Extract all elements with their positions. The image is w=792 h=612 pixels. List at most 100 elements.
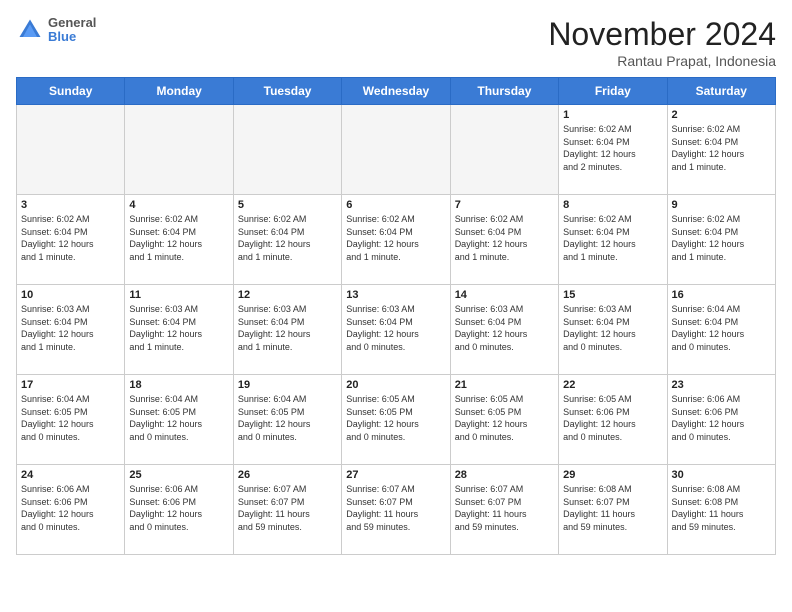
day-info: Sunrise: 6:05 AM Sunset: 6:05 PM Dayligh…: [455, 393, 554, 443]
location-title: Rantau Prapat, Indonesia: [548, 53, 776, 69]
calendar-cell: 4Sunrise: 6:02 AM Sunset: 6:04 PM Daylig…: [125, 195, 233, 285]
day-info: Sunrise: 6:04 AM Sunset: 6:04 PM Dayligh…: [672, 303, 771, 353]
day-info: Sunrise: 6:02 AM Sunset: 6:04 PM Dayligh…: [346, 213, 445, 263]
day-number: 16: [672, 289, 771, 301]
calendar-cell: [17, 105, 125, 195]
day-number: 21: [455, 379, 554, 391]
weekday-header: Thursday: [450, 78, 558, 105]
calendar-cell: 26Sunrise: 6:07 AM Sunset: 6:07 PM Dayli…: [233, 465, 341, 555]
day-info: Sunrise: 6:02 AM Sunset: 6:04 PM Dayligh…: [563, 123, 662, 173]
calendar-week-row: 3 Sunrise: 6:02 AM Sunset: 6:04 PM Daylig…: [17, 195, 776, 285]
logo: General Blue: [16, 16, 96, 45]
day-number: 5: [238, 199, 337, 211]
calendar-cell: 10 Sunrise: 6:03 AM Sunset: 6:04 PM Dayli…: [17, 285, 125, 375]
day-number: 30: [672, 469, 771, 481]
day-info: Sunrise: 6:03 AM Sunset: 6:04 PM Dayligh…: [455, 303, 554, 353]
day-info: Sunrise: 6:08 AM Sunset: 6:07 PM Dayligh…: [563, 483, 662, 533]
calendar-cell: 30 Sunrise: 6:08 AM Sunset: 6:08 PM Dayli…: [667, 465, 775, 555]
calendar-cell: 25 Sunrise: 6:06 AM Sunset: 6:06 PM Dayli…: [125, 465, 233, 555]
day-number: 24: [21, 469, 120, 481]
day-number: 20: [346, 379, 445, 391]
day-number: 26: [238, 469, 337, 481]
calendar-cell: 24 Sunrise: 6:06 AM Sunset: 6:06 PM Dayli…: [17, 465, 125, 555]
calendar-body: 1 Sunrise: 6:02 AM Sunset: 6:04 PM Daylig…: [17, 105, 776, 555]
day-info: Sunrise: 6:04 AM Sunset: 6:05 PM Dayligh…: [238, 393, 337, 443]
title-block: November 2024 Rantau Prapat, Indonesia: [548, 16, 776, 69]
calendar-cell: 21 Sunrise: 6:05 AM Sunset: 6:05 PM Dayli…: [450, 375, 558, 465]
day-number: 1: [563, 109, 662, 121]
logo-icon: [16, 16, 44, 44]
day-number: 27: [346, 469, 445, 481]
logo-text: General Blue: [48, 16, 96, 45]
day-info: Sunrise: 6:04 AM Sunset: 6:05 PM Dayligh…: [129, 393, 228, 443]
calendar-cell: 29 Sunrise: 6:08 AM Sunset: 6:07 PM Dayli…: [559, 465, 667, 555]
calendar-cell: 2Sunrise: 6:02 AM Sunset: 6:04 PM Daylig…: [667, 105, 775, 195]
day-number: 25: [129, 469, 228, 481]
calendar-cell: [233, 105, 341, 195]
calendar-week-row: 24 Sunrise: 6:06 AM Sunset: 6:06 PM Dayli…: [17, 465, 776, 555]
day-info: Sunrise: 6:06 AM Sunset: 6:06 PM Dayligh…: [129, 483, 228, 533]
calendar-cell: 5 Sunrise: 6:02 AM Sunset: 6:04 PM Daylig…: [233, 195, 341, 285]
month-title: November 2024: [548, 16, 776, 53]
calendar-table: SundayMondayTuesdayWednesdayThursdayFrid…: [16, 77, 776, 555]
day-number: 8: [563, 199, 662, 211]
calendar-cell: 15 Sunrise: 6:03 AM Sunset: 6:04 PM Dayli…: [559, 285, 667, 375]
calendar-cell: 8 Sunrise: 6:02 AM Sunset: 6:04 PM Daylig…: [559, 195, 667, 285]
day-number: 19: [238, 379, 337, 391]
day-info: Sunrise: 6:02 AM Sunset: 6:04 PM Dayligh…: [563, 213, 662, 263]
calendar-cell: 12 Sunrise: 6:03 AM Sunset: 6:04 PM Dayli…: [233, 285, 341, 375]
day-info: Sunrise: 6:03 AM Sunset: 6:04 PM Dayligh…: [129, 303, 228, 353]
calendar-cell: 16 Sunrise: 6:04 AM Sunset: 6:04 PM Dayli…: [667, 285, 775, 375]
calendar-cell: 27 Sunrise: 6:07 AM Sunset: 6:07 PM Dayli…: [342, 465, 450, 555]
calendar-cell: 7 Sunrise: 6:02 AM Sunset: 6:04 PM Daylig…: [450, 195, 558, 285]
day-info: Sunrise: 6:06 AM Sunset: 6:06 PM Dayligh…: [21, 483, 120, 533]
page-header: General Blue November 2024 Rantau Prapat…: [16, 16, 776, 69]
calendar-cell: 18 Sunrise: 6:04 AM Sunset: 6:05 PM Dayli…: [125, 375, 233, 465]
day-number: 10: [21, 289, 120, 301]
calendar-cell: 20Sunrise: 6:05 AM Sunset: 6:05 PM Dayli…: [342, 375, 450, 465]
calendar-cell: 19 Sunrise: 6:04 AM Sunset: 6:05 PM Dayli…: [233, 375, 341, 465]
day-info: Sunrise: 6:03 AM Sunset: 6:04 PM Dayligh…: [21, 303, 120, 353]
calendar-cell: 3Sunrise: 6:02 AM Sunset: 6:04 PM Daylig…: [17, 195, 125, 285]
weekday-header: Sunday: [17, 78, 125, 105]
day-number: 11: [129, 289, 228, 301]
logo-line2: Blue: [48, 30, 96, 44]
day-info: Sunrise: 6:03 AM Sunset: 6:04 PM Dayligh…: [563, 303, 662, 353]
day-info: Sunrise: 6:03 AM Sunset: 6:04 PM Dayligh…: [346, 303, 445, 353]
weekday-header: Wednesday: [342, 78, 450, 105]
calendar-cell: 13 Sunrise: 6:03 AM Sunset: 6:04 PM Dayli…: [342, 285, 450, 375]
weekday-header: Friday: [559, 78, 667, 105]
calendar-week-row: 10 Sunrise: 6:03 AM Sunset: 6:04 PM Dayli…: [17, 285, 776, 375]
calendar-cell: 11 Sunrise: 6:03 AM Sunset: 6:04 PM Dayli…: [125, 285, 233, 375]
day-info: Sunrise: 6:05 AM Sunset: 6:06 PM Dayligh…: [563, 393, 662, 443]
calendar-cell: 14 Sunrise: 6:03 AM Sunset: 6:04 PM Dayli…: [450, 285, 558, 375]
day-info: Sunrise: 6:07 AM Sunset: 6:07 PM Dayligh…: [455, 483, 554, 533]
day-info: Sunrise: 6:02 AM Sunset: 6:04 PM Dayligh…: [455, 213, 554, 263]
day-number: 18: [129, 379, 228, 391]
calendar-cell: [125, 105, 233, 195]
calendar-cell: 23Sunrise: 6:06 AM Sunset: 6:06 PM Dayli…: [667, 375, 775, 465]
day-number: 15: [563, 289, 662, 301]
weekday-header: Saturday: [667, 78, 775, 105]
day-number: 23: [672, 379, 771, 391]
calendar-week-row: 1 Sunrise: 6:02 AM Sunset: 6:04 PM Daylig…: [17, 105, 776, 195]
day-info: Sunrise: 6:07 AM Sunset: 6:07 PM Dayligh…: [346, 483, 445, 533]
day-number: 7: [455, 199, 554, 211]
day-info: Sunrise: 6:08 AM Sunset: 6:08 PM Dayligh…: [672, 483, 771, 533]
day-info: Sunrise: 6:04 AM Sunset: 6:05 PM Dayligh…: [21, 393, 120, 443]
day-number: 4: [129, 199, 228, 211]
day-info: Sunrise: 6:03 AM Sunset: 6:04 PM Dayligh…: [238, 303, 337, 353]
weekday-header: Monday: [125, 78, 233, 105]
calendar-cell: 1 Sunrise: 6:02 AM Sunset: 6:04 PM Daylig…: [559, 105, 667, 195]
calendar-week-row: 17Sunrise: 6:04 AM Sunset: 6:05 PM Dayli…: [17, 375, 776, 465]
day-number: 28: [455, 469, 554, 481]
weekday-header-row: SundayMondayTuesdayWednesdayThursdayFrid…: [17, 78, 776, 105]
day-number: 3: [21, 199, 120, 211]
calendar-cell: 17Sunrise: 6:04 AM Sunset: 6:05 PM Dayli…: [17, 375, 125, 465]
day-number: 13: [346, 289, 445, 301]
calendar-cell: 28 Sunrise: 6:07 AM Sunset: 6:07 PM Dayli…: [450, 465, 558, 555]
day-number: 29: [563, 469, 662, 481]
day-info: Sunrise: 6:02 AM Sunset: 6:04 PM Dayligh…: [238, 213, 337, 263]
day-number: 12: [238, 289, 337, 301]
day-number: 14: [455, 289, 554, 301]
